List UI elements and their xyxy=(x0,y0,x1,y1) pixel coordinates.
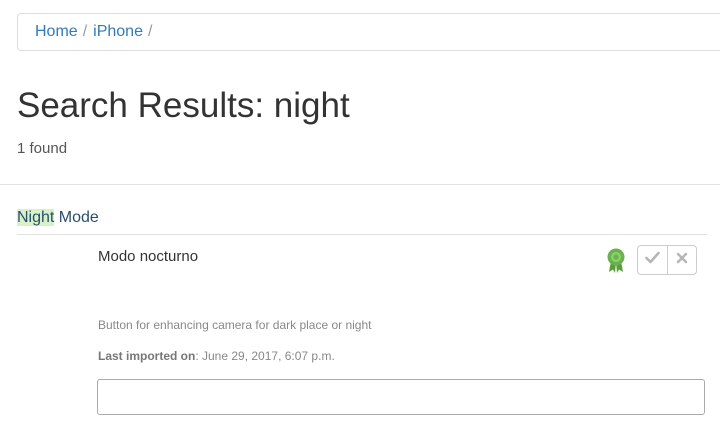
award-icon xyxy=(606,248,626,274)
breadcrumb: Home / iPhone / xyxy=(17,13,720,51)
source-description: Button for enhancing camera for dark pla… xyxy=(98,318,372,332)
divider xyxy=(0,184,720,185)
page-title: Search Results: night xyxy=(17,86,350,125)
breadcrumb-home-link[interactable]: Home xyxy=(35,23,78,41)
last-imported: Last imported on: June 29, 2017, 6:07 p.… xyxy=(98,349,335,363)
translation-input[interactable] xyxy=(97,379,705,415)
last-imported-label: Last imported on xyxy=(98,349,196,363)
breadcrumb-separator: / xyxy=(82,23,88,40)
breadcrumb-separator: / xyxy=(147,23,153,40)
review-button-group xyxy=(637,245,697,275)
approve-button[interactable] xyxy=(638,246,667,274)
close-icon xyxy=(676,251,688,269)
reject-button[interactable] xyxy=(666,246,697,274)
result-title-rest: Mode xyxy=(54,209,99,226)
breadcrumb-iphone-link[interactable]: iPhone xyxy=(93,23,143,41)
results-count: 1 found xyxy=(17,140,68,157)
result-divider xyxy=(17,234,707,235)
last-imported-value: : June 29, 2017, 6:07 p.m. xyxy=(195,349,335,363)
translation-text: Modo nocturno xyxy=(98,248,199,265)
result-title-link[interactable]: Night Mode xyxy=(17,209,99,227)
check-icon xyxy=(644,251,660,269)
search-term-highlight: Night xyxy=(17,209,55,226)
